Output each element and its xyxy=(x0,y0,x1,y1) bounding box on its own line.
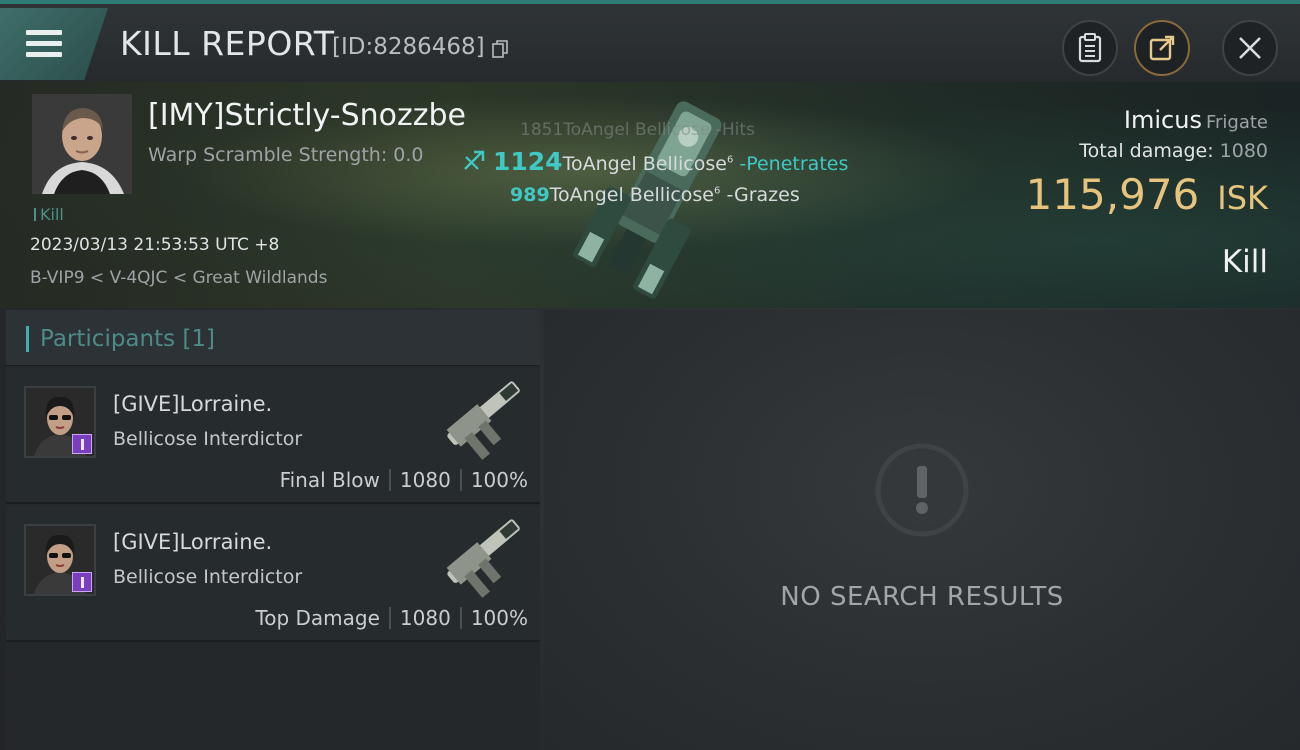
victim-avatar[interactable] xyxy=(32,94,132,194)
corp-badge-icon xyxy=(72,434,92,454)
participants-panel: Participants [1] [GIVE]Lorraine. Bellico… xyxy=(6,310,540,750)
participant-ship: Bellicose Interdictor xyxy=(113,428,303,450)
participant-name[interactable]: [GIVE]Lorraine. xyxy=(113,530,272,554)
copy-icon[interactable] xyxy=(492,40,508,58)
page-title: KILL REPORT xyxy=(120,24,335,63)
ship-icon[interactable] xyxy=(424,372,534,462)
total-damage: Total damage: 1080 xyxy=(1079,140,1268,162)
participant-row[interactable]: [GIVE]Lorraine. Bellicose Interdictor Fi… xyxy=(6,368,540,504)
ship-class: Frigate xyxy=(1205,112,1268,133)
kill-tag: Kill xyxy=(34,205,64,224)
hit-log-line: 1851ToAngel Bellicose -Hits xyxy=(520,120,755,140)
participant-row[interactable]: [GIVE]Lorraine. Bellicose Interdictor To… xyxy=(6,506,540,642)
participant-stats: Final Blow 1080 100% xyxy=(280,468,528,492)
share-icon xyxy=(1149,35,1175,61)
hit-log-line: 989ToAngel Bellicose6 -Grazes xyxy=(510,184,800,206)
participant-damage: 1080 xyxy=(399,468,451,492)
participant-avatar[interactable] xyxy=(24,524,96,596)
participant-stats: Top Damage 1080 100% xyxy=(255,606,528,630)
warp-scramble-strength: Warp Scramble Strength: 0.0 xyxy=(148,144,424,166)
participant-percent: 100% xyxy=(470,606,528,630)
report-id: [ID:8286468] xyxy=(332,34,485,60)
result-label: Kill xyxy=(1221,244,1268,280)
corp-badge-icon xyxy=(72,572,92,592)
participant-avatar[interactable] xyxy=(24,386,96,458)
isk-value: 115,976 ISK xyxy=(1025,170,1268,219)
close-button[interactable] xyxy=(1222,20,1278,76)
clipboard-button[interactable] xyxy=(1062,20,1118,76)
participant-name[interactable]: [GIVE]Lorraine. xyxy=(113,392,272,416)
isk-unit: ISK xyxy=(1217,179,1268,217)
close-icon xyxy=(1239,37,1261,59)
victim-name[interactable]: [IMY]Strictly-Snozzbe xyxy=(148,98,466,133)
hamburger-icon xyxy=(26,30,62,63)
portrait-image xyxy=(32,94,132,194)
participant-percent: 100% xyxy=(470,468,528,492)
kill-datetime: 2023/03/13 21:53:53 UTC +8 xyxy=(30,235,280,255)
top-bar: KILL REPORT [ID:8286468] xyxy=(0,0,1300,82)
weapon-icon xyxy=(464,150,485,170)
participant-role: Top Damage xyxy=(255,606,380,630)
ship-name: Imicus xyxy=(1123,106,1202,134)
victim-banner: [IMY]Strictly-Snozzbe Warp Scramble Stre… xyxy=(0,82,1300,308)
empty-results-text: NO SEARCH RESULTS xyxy=(780,582,1064,612)
victim-ship: Imicus Frigate xyxy=(1124,106,1268,134)
hit-log-line: 1124ToAngel Bellicose6 -Penetrates xyxy=(462,147,848,176)
participants-title: Participants [1] xyxy=(40,326,215,352)
participants-header: Participants [1] xyxy=(6,310,540,366)
menu-button[interactable] xyxy=(0,8,108,80)
participant-damage: 1080 xyxy=(399,606,451,630)
results-panel: NO SEARCH RESULTS xyxy=(544,310,1300,750)
kill-location: B-VIP9 < V-4QJC < Great Wildlands xyxy=(30,268,328,288)
ship-icon[interactable] xyxy=(424,510,534,600)
participant-role: Final Blow xyxy=(279,468,380,492)
exclamation-icon xyxy=(875,443,969,537)
total-damage-value: 1080 xyxy=(1219,140,1268,162)
share-button[interactable] xyxy=(1134,20,1190,76)
participant-ship: Bellicose Interdictor xyxy=(113,566,303,588)
clipboard-icon xyxy=(1078,33,1102,63)
